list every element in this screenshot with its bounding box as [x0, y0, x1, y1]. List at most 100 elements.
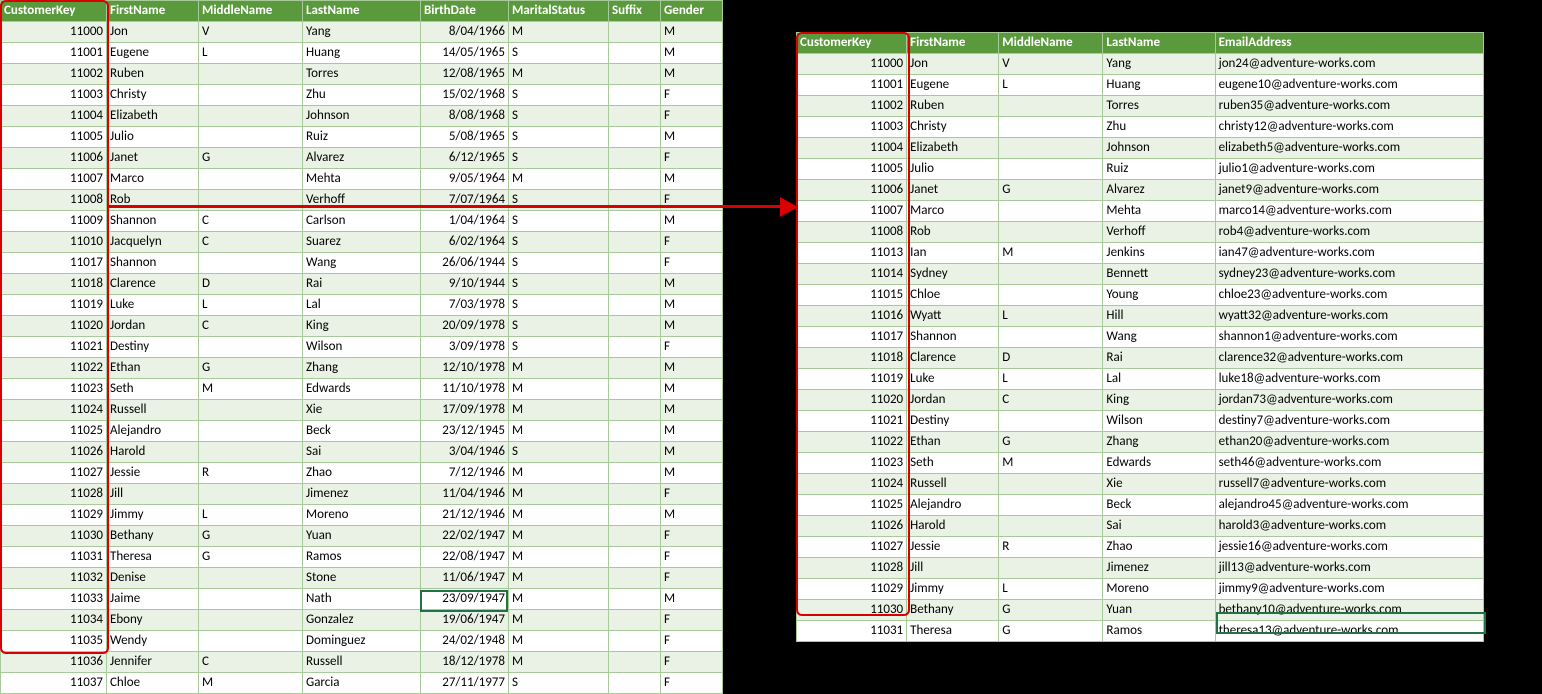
cell[interactable] [609, 421, 661, 442]
table-row[interactable]: 11026HaroldSaiharold3@adventure-works.co… [797, 516, 1484, 537]
cell[interactable]: F [661, 484, 723, 505]
column-header[interactable]: CustomerKey [1, 1, 107, 22]
cell[interactable] [609, 568, 661, 589]
cell[interactable] [199, 85, 303, 106]
cell[interactable]: clarence32@adventure-works.com [1215, 348, 1483, 369]
cell[interactable]: 24/02/1948 [421, 631, 509, 652]
cell[interactable]: Moreno [1103, 579, 1215, 600]
cell[interactable]: S [509, 316, 609, 337]
table-row[interactable]: 11020JordanCKing20/09/1978SM [1, 316, 723, 337]
cell[interactable] [199, 589, 303, 610]
cell[interactable]: Yuan [303, 526, 421, 547]
cell[interactable]: 11007 [1, 169, 107, 190]
cell[interactable]: Beck [303, 421, 421, 442]
cell[interactable]: F [661, 253, 723, 274]
table-row[interactable]: 11018ClarenceDRai9/10/1944SM [1, 274, 723, 295]
table-row[interactable]: 11025AlejandroBeck23/12/1945MM [1, 421, 723, 442]
cell[interactable]: Mehta [303, 169, 421, 190]
table-row[interactable]: 11000JonVYangjon24@adventure-works.com [797, 54, 1484, 75]
cell[interactable]: Jaime [107, 589, 199, 610]
cell[interactable]: 11005 [1, 127, 107, 148]
table-row[interactable]: 11021DestinyWilson3/09/1978SF [1, 337, 723, 358]
cell[interactable]: F [661, 526, 723, 547]
cell[interactable]: S [509, 253, 609, 274]
cell[interactable]: 11033 [1, 589, 107, 610]
cell[interactable]: Theresa [907, 621, 999, 642]
cell[interactable]: 11025 [797, 495, 907, 516]
cell[interactable]: Jenkins [1103, 243, 1215, 264]
cell[interactable]: F [661, 568, 723, 589]
cell[interactable]: sydney23@adventure-works.com [1215, 264, 1483, 285]
cell[interactable]: 11037 [1, 673, 107, 694]
cell[interactable]: 11016 [797, 306, 907, 327]
cell[interactable] [609, 589, 661, 610]
cell[interactable]: 11034 [1, 610, 107, 631]
cell[interactable]: King [1103, 390, 1215, 411]
cell[interactable]: M [509, 169, 609, 190]
cell[interactable] [999, 558, 1103, 579]
cell[interactable] [609, 547, 661, 568]
cell[interactable]: Torres [1103, 96, 1215, 117]
cell[interactable]: wyatt32@adventure-works.com [1215, 306, 1483, 327]
cell[interactable]: Wang [303, 253, 421, 274]
cell[interactable] [609, 673, 661, 694]
cell[interactable]: russell7@adventure-works.com [1215, 474, 1483, 495]
cell[interactable]: Moreno [303, 505, 421, 526]
cell[interactable]: 11018 [797, 348, 907, 369]
cell[interactable]: M [509, 589, 609, 610]
cell[interactable]: G [999, 621, 1103, 642]
table-row[interactable]: 11015ChloeYoungchloe23@adventure-works.c… [797, 285, 1484, 306]
cell[interactable] [609, 232, 661, 253]
cell[interactable]: Beck [1103, 495, 1215, 516]
cell[interactable]: 12/08/1965 [421, 64, 509, 85]
cell[interactable] [199, 610, 303, 631]
column-header[interactable]: EmailAddress [1215, 33, 1483, 54]
cell[interactable]: S [509, 211, 609, 232]
cell[interactable]: Bethany [107, 526, 199, 547]
cell[interactable]: Marco [107, 169, 199, 190]
cell[interactable]: Ruben [107, 64, 199, 85]
cell[interactable]: Sai [303, 442, 421, 463]
cell[interactable]: Seth [907, 453, 999, 474]
cell[interactable]: 19/06/1947 [421, 610, 509, 631]
column-header[interactable]: CustomerKey [797, 33, 907, 54]
cell[interactable]: Torres [303, 64, 421, 85]
cell[interactable]: Ethan [107, 358, 199, 379]
cell[interactable] [999, 222, 1103, 243]
cell[interactable] [999, 264, 1103, 285]
cell[interactable]: M [199, 673, 303, 694]
cell[interactable]: Lal [303, 295, 421, 316]
cell[interactable]: ian47@adventure-works.com [1215, 243, 1483, 264]
cell[interactable]: G [199, 526, 303, 547]
cell[interactable]: F [661, 652, 723, 673]
table-row[interactable]: 11005JulioRuizjulio1@adventure-works.com [797, 159, 1484, 180]
table-row[interactable]: 11029JimmyLMoreno21/12/1946MM [1, 505, 723, 526]
cell[interactable]: R [199, 463, 303, 484]
cell[interactable] [609, 85, 661, 106]
table-row[interactable]: 11023SethMEdwards11/10/1978MM [1, 379, 723, 400]
cell[interactable]: 11006 [1, 148, 107, 169]
cell[interactable]: Ethan [907, 432, 999, 453]
cell[interactable]: L [199, 43, 303, 64]
table-row[interactable]: 11018ClarenceDRaiclarence32@adventure-wo… [797, 348, 1484, 369]
cell[interactable] [199, 568, 303, 589]
cell[interactable]: Julio [907, 159, 999, 180]
table-row[interactable]: 11028JillJimenezjill13@adventure-works.c… [797, 558, 1484, 579]
cell[interactable]: 11021 [797, 411, 907, 432]
cell[interactable]: Wendy [107, 631, 199, 652]
cell[interactable]: F [661, 337, 723, 358]
table-row[interactable]: 11017ShannonWangshannon1@adventure-works… [797, 327, 1484, 348]
cell[interactable]: S [509, 274, 609, 295]
cell[interactable] [609, 505, 661, 526]
cell[interactable]: Ramos [303, 547, 421, 568]
table-row[interactable]: 11014SydneyBennettsydney23@adventure-wor… [797, 264, 1484, 285]
cell[interactable]: D [199, 274, 303, 295]
cell[interactable]: Zhao [303, 463, 421, 484]
table-row[interactable]: 11031TheresaGRamostheresa13@adventure-wo… [797, 621, 1484, 642]
cell[interactable]: alejandro45@adventure-works.com [1215, 495, 1483, 516]
cell[interactable]: seth46@adventure-works.com [1215, 453, 1483, 474]
cell[interactable]: 11010 [1, 232, 107, 253]
cell[interactable]: 15/02/1968 [421, 85, 509, 106]
cell[interactable] [609, 43, 661, 64]
cell[interactable]: 5/08/1965 [421, 127, 509, 148]
